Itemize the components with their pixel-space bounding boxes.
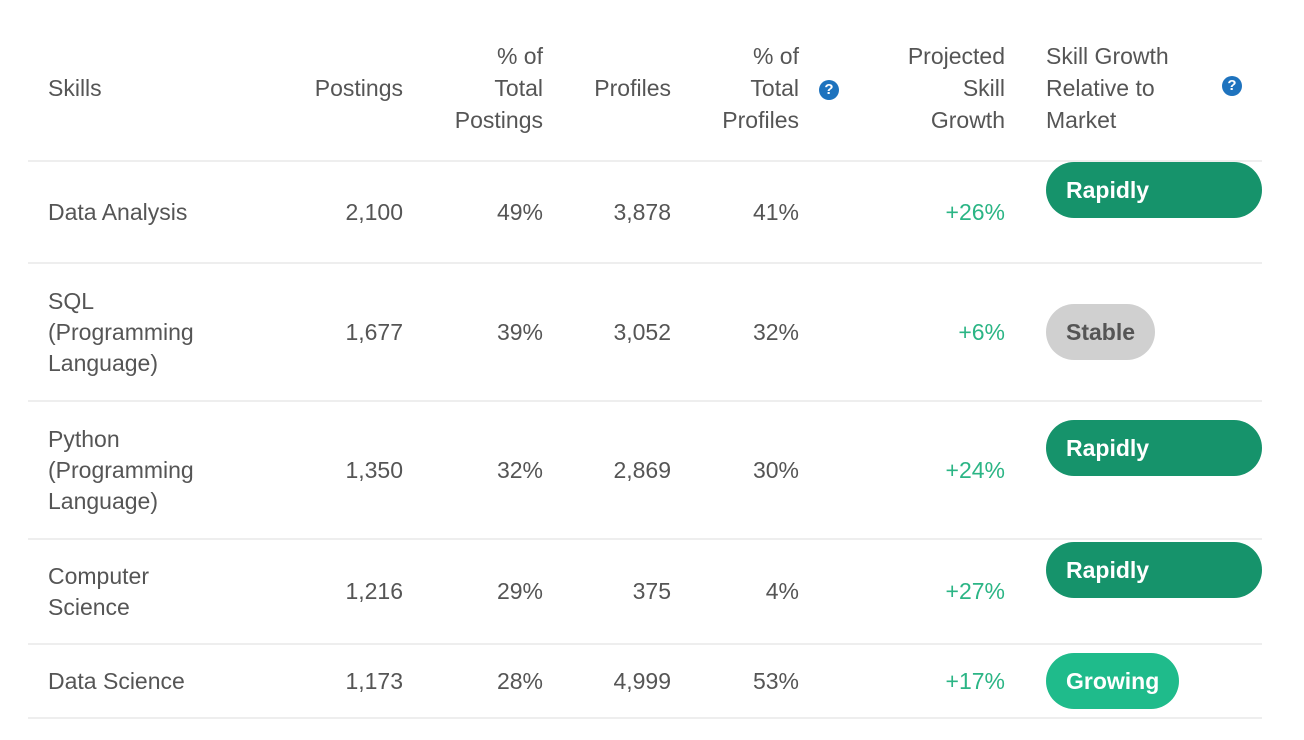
projected-growth-value: +24% (877, 401, 1005, 540)
pct-postings-value: 32% (403, 401, 543, 540)
status-badge: Rapidly Growing (1046, 420, 1262, 517)
status-badge: Rapidly Growing (1046, 541, 1262, 639)
postings-value: 2,100 (238, 161, 403, 264)
pct-profiles-value: 41% (671, 161, 799, 264)
table-row[interactable]: Data Analysis 2,100 49% 3,878 41% +26% R… (28, 161, 1262, 264)
pct-postings-value: 49% (403, 161, 543, 264)
table-row[interactable]: Computer Science 1,216 29% 375 4% +27% Ra… (28, 539, 1262, 645)
pct-profiles-value: 4% (671, 539, 799, 645)
spacer-cell (799, 401, 877, 540)
growth-status-cell: Rapidly Growing (1005, 161, 1262, 264)
pct-postings-value: 39% (403, 263, 543, 402)
header-pct-profiles[interactable]: % of Total Profiles (671, 32, 799, 162)
header-pct-postings[interactable]: % of Total Postings (403, 32, 543, 162)
growth-status-cell: Stable (1005, 263, 1262, 402)
postings-value: 1,216 (238, 539, 403, 645)
skills-table: Skills Postings % of Total Postings Prof… (28, 32, 1262, 719)
status-badge: Growing (1046, 653, 1180, 709)
help-icon[interactable]: ? (819, 79, 839, 100)
profiles-value: 2,869 (543, 401, 671, 540)
postings-value: 1,350 (238, 401, 403, 540)
skill-name: Data Science (28, 644, 238, 719)
growth-status-cell: Rapidly Growing (1005, 539, 1262, 645)
postings-value: 1,173 (238, 644, 403, 719)
help-icon[interactable]: ? (1222, 76, 1242, 96)
pct-profiles-value: 30% (671, 401, 799, 540)
status-badge: Stable (1046, 304, 1156, 360)
spacer-cell (799, 161, 877, 264)
status-badge: Rapidly Growing (1046, 162, 1262, 259)
spacer-cell (799, 539, 877, 645)
postings-value: 1,677 (238, 263, 403, 402)
pct-profiles-value: 32% (671, 263, 799, 402)
table-row[interactable]: Python (Programming Language) 1,350 32% 2,… (28, 401, 1262, 540)
pct-postings-value: 29% (403, 539, 543, 645)
spacer-cell (799, 644, 877, 719)
header-relative-growth[interactable]: Skill Growth Relative to Market ? (1005, 32, 1262, 162)
profiles-value: 3,878 (543, 161, 671, 264)
header-skills[interactable]: Skills (28, 32, 238, 162)
skill-name: Computer Science (28, 539, 238, 645)
profiles-value: 375 (543, 539, 671, 645)
table-row[interactable]: Data Science 1,173 28% 4,999 53% +17% Gr… (28, 644, 1262, 719)
growth-status-cell: Growing (1005, 644, 1262, 719)
help-cell-profiles: ? (799, 32, 877, 162)
projected-growth-value: +27% (877, 539, 1005, 645)
spacer-cell (799, 263, 877, 402)
skill-name: Python (Programming Language) (28, 401, 238, 540)
projected-growth-value: +26% (877, 161, 1005, 264)
header-postings[interactable]: Postings (238, 32, 403, 162)
pct-profiles-value: 53% (671, 644, 799, 719)
profiles-value: 4,999 (543, 644, 671, 719)
skill-name: Data Analysis (28, 161, 238, 264)
projected-growth-value: +17% (877, 644, 1005, 719)
skill-name: SQL (Programming Language) (28, 263, 238, 402)
header-projected-growth[interactable]: Projected Skill Growth (877, 32, 1005, 162)
growth-status-cell: Rapidly Growing (1005, 401, 1262, 540)
header-row: Skills Postings % of Total Postings Prof… (28, 32, 1262, 162)
header-profiles[interactable]: Profiles (543, 32, 671, 162)
pct-postings-value: 28% (403, 644, 543, 719)
table-row[interactable]: SQL (Programming Language) 1,677 39% 3,052… (28, 263, 1262, 402)
projected-growth-value: +6% (877, 263, 1005, 402)
profiles-value: 3,052 (543, 263, 671, 402)
